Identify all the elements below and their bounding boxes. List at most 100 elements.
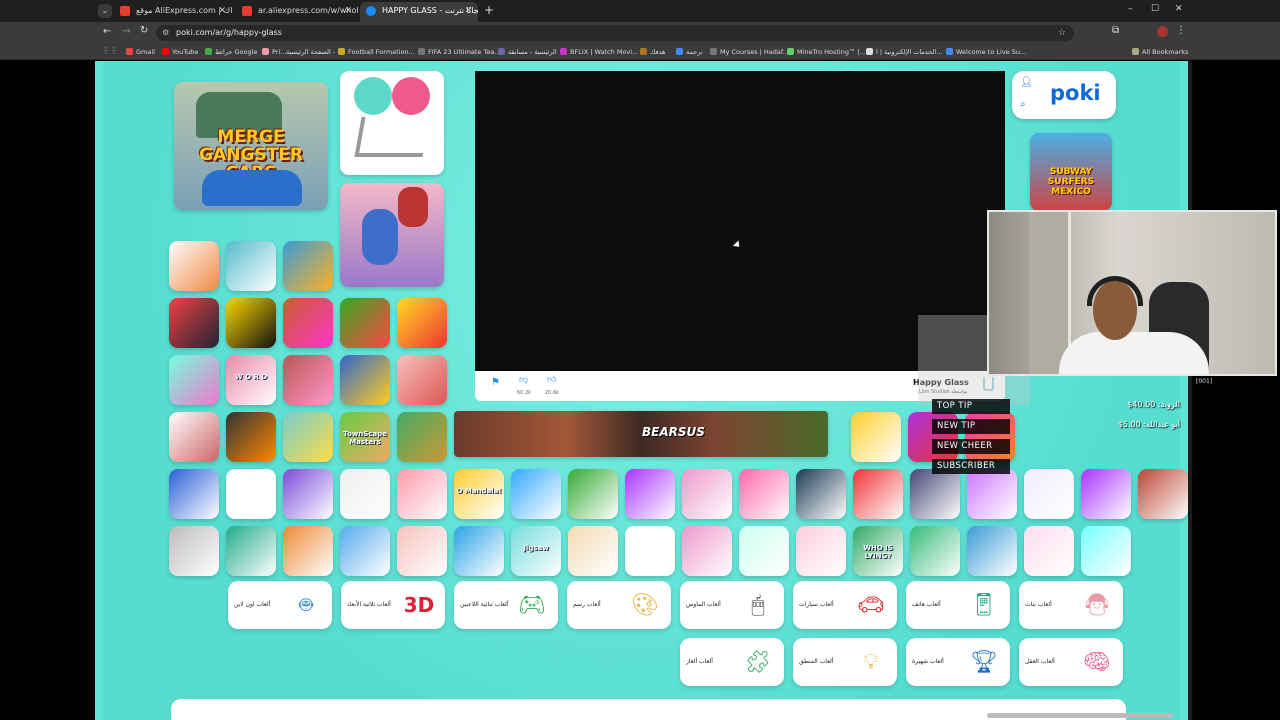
game-tile[interactable] — [625, 469, 675, 519]
game-tile[interactable] — [340, 298, 390, 348]
close-tab-icon[interactable]: ✕ — [464, 2, 472, 20]
game-tile[interactable] — [340, 469, 390, 519]
tab-search-button[interactable]: ⌄ — [98, 4, 112, 18]
bookmark-contest[interactable]: الرئيسية - مسابقة — [498, 46, 557, 58]
game-tile[interactable] — [1138, 469, 1188, 519]
bookmark-hadafk[interactable]: هدفك — [640, 46, 665, 58]
game-tile[interactable] — [397, 355, 447, 405]
game-tile[interactable] — [283, 355, 333, 405]
tab-aliexpress-2[interactable]: ar.aliexpress.com/w/wholesale- ✕ — [236, 2, 358, 22]
game-tile[interactable] — [625, 526, 675, 576]
category-2player-games[interactable]: ألعاب ثنائية اللاعبين 🎮︎ — [454, 581, 558, 629]
game-tile[interactable] — [283, 526, 333, 576]
new-tab-button[interactable]: + — [484, 3, 494, 17]
game-tile-bearsus[interactable]: BEARSUS — [454, 411, 828, 457]
close-window-button[interactable]: ✕ — [1175, 4, 1183, 14]
reload-icon[interactable]: ↻ — [140, 25, 148, 36]
category-phone-games[interactable]: ألعاب هاتف 📱︎ — [906, 581, 1010, 629]
minimize-button[interactable]: – — [1128, 4, 1133, 14]
bookmark-eservices[interactable]: الخدمات الإلكترونية | ا... — [866, 46, 942, 58]
menu-icon[interactable]: ⋮ — [1176, 25, 1186, 36]
game-tile[interactable] — [1024, 526, 1074, 576]
game-tile[interactable] — [853, 469, 903, 519]
game-tile[interactable] — [226, 241, 276, 291]
bookmark-fifa[interactable]: FIFA 23 Ultimate Tea... — [418, 46, 501, 58]
game-tile[interactable] — [169, 526, 219, 576]
game-tile[interactable] — [397, 469, 447, 519]
bookmark-pri[interactable]: Pri... — [262, 46, 286, 58]
poki-logo-card[interactable]: 👤︎ ⌕ poki — [1012, 71, 1116, 119]
bookmark-courses[interactable]: My Courses | Hadaf... — [710, 46, 789, 58]
game-tile[interactable]: TownScape Masters — [340, 412, 390, 462]
game-tile[interactable] — [910, 526, 960, 576]
game-tile[interactable] — [169, 469, 219, 519]
game-tile[interactable] — [910, 469, 960, 519]
bookmark-star-icon[interactable]: ☆ — [1058, 25, 1066, 41]
game-tile[interactable] — [682, 469, 732, 519]
game-tile[interactable] — [340, 526, 390, 576]
game-tile[interactable]: Jigsaw — [511, 526, 561, 576]
game-tile[interactable] — [226, 469, 276, 519]
game-tile[interactable] — [682, 526, 732, 576]
category-3d-games[interactable]: ألعاب ثلاثية الأبعاد 3D — [341, 581, 445, 629]
bookmark-home[interactable]: الصفحة الرئيسية - — [286, 46, 335, 58]
category-logic-games[interactable]: ألعاب المنطق 💡︎ — [793, 638, 897, 686]
game-tile[interactable] — [283, 298, 333, 348]
game-tile[interactable] — [226, 298, 276, 348]
game-tile[interactable]: W O R D — [226, 355, 276, 405]
category-popular-games[interactable]: ألعاب شهيرة 🏆︎ — [906, 638, 1010, 686]
dislike-icon[interactable]: 👎︎ — [519, 375, 528, 385]
game-tile[interactable] — [967, 469, 1017, 519]
bookmark-translate[interactable]: ترجمة — [676, 46, 703, 58]
game-tile[interactable] — [511, 469, 561, 519]
game-tile-merge-gangster-cars[interactable]: MERGE GANGSTER CARS — [174, 82, 328, 210]
tab-aliexpress-1[interactable]: موقع AliExpress.com | علي اك ✕ — [114, 2, 232, 22]
game-tile[interactable] — [169, 298, 219, 348]
apps-icon[interactable]: ⋮⋮ — [102, 46, 118, 55]
game-tile-subway-surfers[interactable]: SUBWAY SURFERS MEXICO — [1030, 133, 1112, 211]
game-tile[interactable] — [340, 355, 390, 405]
bookmark-gmail[interactable]: Gmail — [126, 46, 155, 58]
profile-icon[interactable] — [1157, 26, 1168, 37]
game-tile[interactable]: O Mandala! — [454, 469, 504, 519]
game-tile[interactable] — [169, 355, 219, 405]
game-tile[interactable] — [454, 526, 504, 576]
bookmark-maps[interactable]: خرائط Google — [205, 46, 257, 58]
game-tile[interactable] — [568, 469, 618, 519]
game-tile[interactable] — [739, 469, 789, 519]
report-flag-icon[interactable]: ⚑ — [491, 377, 500, 388]
bookmark-football[interactable]: Football Formation... — [338, 46, 415, 58]
category-mouse-games[interactable]: ألعاب الماوس 🖱︎ — [680, 581, 784, 629]
game-tile[interactable] — [397, 526, 447, 576]
game-tile[interactable] — [169, 412, 219, 462]
game-tile[interactable]: WHO IS LYING? — [853, 526, 903, 576]
game-tile[interactable] — [283, 469, 333, 519]
bookmark-youtube[interactable]: YouTube — [162, 46, 198, 58]
game-tile[interactable] — [796, 526, 846, 576]
game-tile-happy-glass-faces[interactable] — [340, 71, 444, 175]
forward-icon[interactable]: → — [122, 26, 130, 37]
tab-happy-glass[interactable]: HAPPY GLASS - مجانًا نترنت ✕ — [360, 2, 478, 22]
game-tile[interactable] — [283, 241, 333, 291]
category-puzzle-games[interactable]: ألعاب ألغاز 🧩︎ — [680, 638, 784, 686]
category-drawing-games[interactable]: ألعاب رسم 🎨︎ — [567, 581, 671, 629]
game-tile[interactable] — [397, 298, 447, 348]
bookmark-live[interactable]: Welcome to Live Su... — [946, 46, 1026, 58]
game-tile[interactable] — [169, 241, 219, 291]
extensions-icon[interactable]: ⧉ — [1112, 25, 1119, 36]
maximize-button[interactable]: ☐ — [1151, 4, 1159, 14]
vertical-scrollbar[interactable] — [1188, 61, 1192, 720]
game-tile[interactable] — [226, 412, 276, 462]
game-tile[interactable] — [967, 526, 1017, 576]
game-tile[interactable] — [739, 526, 789, 576]
game-tile[interactable] — [1081, 469, 1131, 519]
category-brain-games[interactable]: ألعاب العقل 🧠︎ — [1019, 638, 1123, 686]
game-tile[interactable] — [397, 412, 447, 462]
category-online-games[interactable]: ألعاب اون لاين 🤖︎ — [228, 581, 332, 629]
bookmark-minetro[interactable]: MineTro Hosting™ |... — [787, 46, 866, 58]
game-tile-hotel-manager[interactable] — [340, 183, 444, 287]
like-icon[interactable]: 👍︎ — [547, 375, 556, 385]
game-tile[interactable] — [226, 526, 276, 576]
game-tile[interactable] — [796, 469, 846, 519]
game-tile[interactable] — [568, 526, 618, 576]
